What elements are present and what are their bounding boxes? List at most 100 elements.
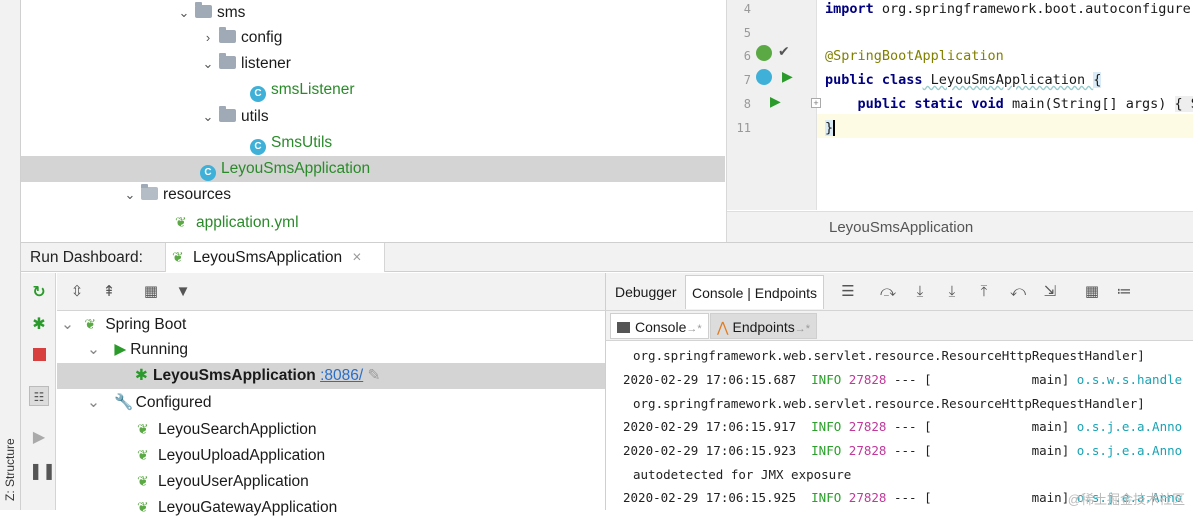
group-icon[interactable]: ▦ (141, 282, 161, 302)
wrench-icon: 🔧 (114, 394, 134, 411)
code-line-4: import org.springframework.boot.autoconf… (825, 1, 1193, 17)
rerun-icon[interactable]: ↻ (29, 283, 49, 303)
drop-frame-icon[interactable]: ⤺ (1008, 282, 1028, 302)
log-timestamp: 2020-02-29 17:06:15.917 (623, 419, 797, 434)
pin-icon[interactable]: →* (795, 323, 810, 335)
tree-item-utils[interactable]: ⌄ utils (197, 104, 269, 130)
tree-item-application-yml[interactable]: ❦ application.yml (175, 209, 299, 235)
line-number: 4 (743, 2, 751, 16)
run-to-cursor-icon[interactable]: ⇲ (1040, 282, 1060, 302)
fold-plus-icon[interactable]: + (811, 98, 821, 108)
check-gutter-icon[interactable]: ✔ (778, 43, 790, 60)
log-thread: main] (1031, 372, 1070, 387)
edit-icon[interactable]: ✎ (368, 367, 381, 384)
run-dashboard-tab[interactable]: ❦ LeyouSmsApplication × (165, 243, 385, 272)
structure-tool-window-button[interactable]: Z: Structure (3, 429, 17, 501)
port-link[interactable]: :8086/ (320, 367, 363, 384)
folder-icon (195, 2, 212, 18)
node-label: Spring Boot (105, 316, 187, 333)
tree-item-config[interactable]: › config (197, 25, 282, 51)
services-node-leyousmsapplication[interactable]: ✱ LeyouSmsApplication :8086/ ✎ (57, 363, 605, 389)
tree-item-label: utils (241, 108, 269, 125)
log-level: INFO (811, 490, 842, 505)
code-editor[interactable]: 4 5 6 7 8 11 ✔ ▶ ▶ + import org.springfr… (726, 0, 1193, 242)
tree-item-resources[interactable]: ⌄ resources (119, 182, 231, 208)
pause-icon[interactable]: ❚❚ (29, 462, 56, 482)
tree-item-label: SmsUtils (271, 134, 333, 151)
spring-boot-icon: ❦ (84, 316, 97, 332)
console-line: org.springframework.web.servlet.resource… (633, 348, 1145, 363)
spring-boot-icon: ❦ (137, 473, 149, 489)
tab-debugger[interactable]: Debugger (609, 275, 683, 309)
chevron-down-icon[interactable]: ⌄ (173, 0, 195, 26)
tree-item-label: listener (241, 55, 291, 72)
tab-label: Endpoints (732, 319, 795, 335)
tab-label: LeyouSmsApplication (193, 249, 343, 266)
menu-lines-icon[interactable]: ☰ (838, 282, 858, 302)
services-node-configured-app[interactable]: ❦ LeyouGatewayApplication (57, 494, 605, 520)
chevron-down-icon[interactable]: ⌄ (119, 182, 141, 208)
evaluate-icon[interactable]: ▦ (1082, 282, 1102, 302)
services-tree: ⌄ ❦ Spring Boot ⌄ ▶ Running ✱ LeyouSmsAppli… (57, 311, 605, 516)
force-step-into-icon[interactable]: ⤓ (942, 282, 962, 302)
log-thread: main] (1031, 443, 1070, 458)
services-node-running[interactable]: ⌄ ▶ Running (57, 337, 605, 363)
step-over-icon[interactable]: ⤼ (878, 282, 898, 302)
node-label: LeyouUploadApplication (158, 447, 326, 464)
chevron-down-icon[interactable]: ⌄ (61, 316, 74, 333)
console-line: org.springframework.web.servlet.resource… (633, 396, 1145, 411)
chevron-down-icon[interactable]: ⌄ (87, 394, 100, 411)
services-node-configured[interactable]: ⌄ 🔧 Configured (57, 390, 605, 416)
folder-icon (219, 53, 236, 69)
services-node-configured-app[interactable]: ❦ LeyouUploadApplication (57, 442, 605, 468)
console-icon (617, 322, 630, 333)
log-thread: main] (1031, 490, 1070, 505)
services-node-configured-app[interactable]: ❦ LeyouSearchAppliction (57, 416, 605, 442)
filter-icon[interactable]: ▼ (173, 282, 193, 302)
tree-item-smsutils[interactable]: C SmsUtils (250, 130, 332, 156)
console-output[interactable]: org.springframework.web.servlet.resource… (605, 341, 1193, 510)
tab-console-endpoints[interactable]: Console | Endpoints (685, 275, 825, 309)
chevron-down-icon[interactable]: ⌄ (197, 104, 219, 130)
resume-icon[interactable]: ▶ (29, 428, 49, 448)
collapse-all-icon[interactable]: ⇞ (99, 282, 119, 302)
services-node-configured-app[interactable]: ❦ LeyouUserApplication (57, 468, 605, 494)
run-main-gutter-icon[interactable]: ▶ (770, 93, 781, 110)
editor-breadcrumb[interactable]: LeyouSmsApplication (727, 211, 1193, 242)
chevron-right-icon[interactable]: › (197, 25, 219, 51)
log-pid: 27828 (848, 490, 887, 505)
spring-class-gutter-icon[interactable] (756, 69, 772, 85)
group-by-icon[interactable]: ☷ (29, 386, 49, 406)
code-line-7: public class LeyouSmsApplication { (825, 72, 1102, 88)
services-node-spring-boot[interactable]: ⌄ ❦ Spring Boot (57, 311, 605, 337)
stop-icon[interactable] (29, 347, 49, 367)
line-number: 11 (736, 121, 751, 135)
tab-endpoints[interactable]: ⋀ Endpoints→* (710, 313, 818, 339)
step-into-icon[interactable]: ⤓ (910, 282, 930, 302)
step-out-icon[interactable]: ⤒ (974, 282, 994, 302)
spring-bean-gutter-icon[interactable] (756, 45, 772, 61)
log-timestamp: 2020-02-29 17:06:15.687 (623, 372, 797, 387)
tree-item-leyousmsapplication[interactable]: C LeyouSmsApplication (21, 156, 725, 182)
log-level: INFO (811, 443, 842, 458)
console-subtabs: Console→* ⋀ Endpoints→* (605, 311, 1193, 341)
trace-icon[interactable]: ≔ (1114, 282, 1134, 302)
tree-item-smslistener[interactable]: CsmsListener (250, 77, 355, 103)
debug-icon[interactable]: ✱ (29, 315, 49, 335)
log-timestamp: 2020-02-29 17:06:15.923 (623, 443, 797, 458)
log-pid: 27828 (848, 372, 887, 387)
tree-item-sms[interactable]: ⌄ sms (173, 0, 245, 26)
close-icon[interactable]: × (352, 249, 361, 266)
tab-console[interactable]: Console→* (610, 313, 709, 339)
tree-item-label: sms (217, 4, 246, 21)
log-sep: --- [ (893, 490, 932, 505)
pin-icon[interactable]: →* (686, 323, 701, 335)
run-gutter-icon[interactable]: ▶ (782, 68, 793, 85)
line-number: 5 (743, 26, 751, 40)
chevron-down-icon[interactable]: ⌄ (197, 51, 219, 77)
chevron-down-icon[interactable]: ⌄ (87, 341, 100, 358)
tree-item-listener[interactable]: ⌄ listener (197, 51, 291, 77)
expand-all-icon[interactable]: ⇳ (67, 282, 87, 302)
debug-tabs: Debugger Console | Endpoints ☰ ⤼ ⤓ ⤓ ⤒ ⤺… (605, 273, 1193, 311)
class-icon: C (250, 139, 266, 155)
